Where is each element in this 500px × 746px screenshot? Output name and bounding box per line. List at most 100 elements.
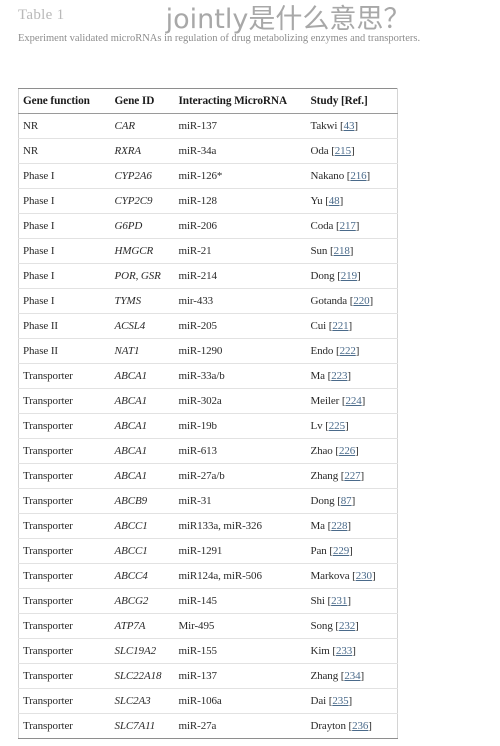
study-author: Shi: [310, 595, 325, 607]
cell-gene-id: SLC7A11: [114, 720, 156, 732]
study-author: Kim: [310, 645, 330, 657]
reference-link[interactable]: 223: [331, 370, 347, 382]
cell-interacting-microrna: miR-137: [174, 663, 307, 689]
reference-link[interactable]: 226: [339, 445, 355, 457]
table-row: Phase I CYP2A6 miR-126* Nakano [216]: [18, 163, 398, 189]
study-author: Markova: [310, 570, 350, 582]
cell-study-ref: Takwi [43]: [306, 113, 398, 139]
reference-link[interactable]: 215: [335, 145, 351, 157]
cell-gene-function: Transporter: [18, 438, 111, 464]
cell-gene-id: ABCC1: [110, 538, 175, 564]
cell-study-ref: Drayton [236]: [307, 714, 398, 739]
table-row: Phase I POR, GSR miR-214 Dong [219]: [18, 263, 398, 289]
cell-study-ref: Ma [228]: [306, 513, 398, 539]
cell-interacting-microrna: miR-137: [174, 113, 307, 139]
cell-gene-function: Transporter: [18, 563, 111, 589]
reference-link[interactable]: 217: [340, 220, 356, 232]
cell-study-ref: Zhang [227]: [306, 463, 398, 489]
cell-gene-function: NR: [18, 113, 111, 139]
table-row: Transporter ATP7A Mir-495 Song [232]: [18, 613, 398, 639]
table-row: Phase II ACSL4 miR-205 Cui [221]: [18, 313, 398, 339]
cell-gene-id: SLC19A2: [110, 638, 175, 664]
cell-interacting-microrna: miR-205: [174, 313, 307, 339]
study-author: Pan: [310, 545, 327, 557]
reference-link[interactable]: 224: [345, 395, 361, 407]
cell-gene-function: Phase II: [18, 313, 111, 339]
cell-interacting-microrna: miR-302a: [174, 388, 307, 414]
cell-gene-function: Transporter: [18, 688, 111, 714]
reference-link[interactable]: 87: [341, 495, 352, 507]
reference-link[interactable]: 219: [341, 270, 357, 282]
reference-link[interactable]: 229: [333, 545, 349, 557]
cell-gene-function: Phase II: [18, 338, 111, 364]
cell-interacting-microrna: miR-613: [174, 438, 307, 464]
cell-gene-function: Phase I: [18, 263, 111, 289]
ref-bracket-close: ]: [371, 570, 376, 582]
cell-study-ref: Song [232]: [306, 613, 398, 639]
reference-link[interactable]: 218: [334, 245, 350, 257]
reference-link[interactable]: 43: [344, 120, 355, 132]
reference-link[interactable]: 221: [332, 320, 348, 332]
cell-gene-id: NAT1: [110, 338, 175, 364]
cell-interacting-microrna: miR-34a: [174, 138, 307, 164]
ref-bracket-close: ]: [356, 270, 361, 282]
cell-gene-id: POR, GSR: [110, 263, 175, 289]
cell-gene-function: Transporter: [18, 538, 111, 564]
table-row: Transporter SLC2A3 miR-106a Dai [235]: [18, 688, 398, 714]
cell-study-ref: Oda [215]: [306, 138, 398, 164]
cell-study-ref: Sun [218]: [306, 238, 398, 264]
cell-study-ref: Kim [233]: [306, 638, 398, 664]
cell-interacting-microrna: miR-126*: [174, 163, 307, 189]
table-row: Transporter ABCA1 miR-33a/b Ma [223]: [18, 363, 398, 389]
reference-link[interactable]: 220: [353, 295, 369, 307]
table-row: NR RXRA miR-34a Oda [215]: [18, 138, 398, 164]
ref-bracket-close: ]: [369, 295, 374, 307]
table-row: Transporter ABCA1 miR-27a/b Zhang [227]: [18, 463, 398, 489]
ref-bracket-close: ]: [347, 370, 351, 382]
study-author: Zhang: [310, 470, 339, 482]
cell-gene-function: Transporter: [18, 513, 111, 539]
cell-gene-function: Transporter: [18, 363, 111, 389]
cell-study-ref: Shi [231]: [306, 588, 398, 614]
cell-study-ref: Pan [229]: [306, 538, 398, 564]
cell-interacting-microrna: miR-19b: [174, 413, 307, 439]
reference-link[interactable]: 216: [350, 170, 366, 182]
reference-link[interactable]: 228: [331, 520, 347, 532]
reference-link[interactable]: 233: [336, 645, 352, 657]
microrna-table: Gene function Gene ID Interacting MicroR…: [18, 88, 398, 739]
cell-gene-function: Transporter: [18, 588, 111, 614]
study-author: Coda: [310, 220, 334, 232]
cell-study-ref: Dong [219]: [306, 263, 398, 289]
reference-link[interactable]: 231: [331, 595, 347, 607]
cell-study-ref: Gotanda [220]: [306, 288, 398, 314]
cell-gene-function: Phase I: [18, 238, 111, 264]
reference-link[interactable]: 222: [340, 345, 356, 357]
column-header-gene-id: Gene ID: [110, 88, 175, 114]
cell-gene-function: Transporter: [23, 720, 73, 732]
reference-link[interactable]: 48: [329, 195, 340, 207]
study-author: Zhang: [310, 670, 339, 682]
reference-link[interactable]: 232: [339, 620, 355, 632]
table-row: Transporter ABCC1 miR-1291 Pan [229]: [18, 538, 398, 564]
reference-link[interactable]: 235: [332, 695, 348, 707]
cell-study-ref: Meiler [224]: [306, 388, 398, 414]
table-number-label: Table 1: [18, 7, 65, 23]
table-caption-text: Experiment validated microRNAs in regula…: [18, 33, 421, 44]
ref-bracket-close: ]: [360, 670, 365, 682]
ref-bracket-close: ]: [344, 420, 349, 432]
reference-link[interactable]: 225: [329, 420, 345, 432]
cell-study-ref: Zhang [234]: [306, 663, 398, 689]
cell-gene-id: ABCA1: [110, 438, 175, 464]
cell-interacting-microrna: mir-433: [174, 288, 307, 314]
reference-link[interactable]: 236: [352, 720, 368, 732]
cell-interacting-microrna: miR-206: [174, 213, 307, 239]
cell-gene-id: SLC22A18: [110, 663, 175, 689]
ref-bracket-close: ]: [347, 520, 351, 532]
reference-link[interactable]: 230: [356, 570, 372, 582]
cell-study-ref: Lv [225]: [306, 413, 398, 439]
reference-link[interactable]: 234: [344, 670, 360, 682]
reference-link[interactable]: 227: [344, 470, 360, 482]
data-table-container: Gene function Gene ID Interacting MicroR…: [18, 88, 398, 739]
ref-bracket-close: ]: [368, 720, 372, 732]
cell-gene-id: ABCA1: [110, 363, 175, 389]
